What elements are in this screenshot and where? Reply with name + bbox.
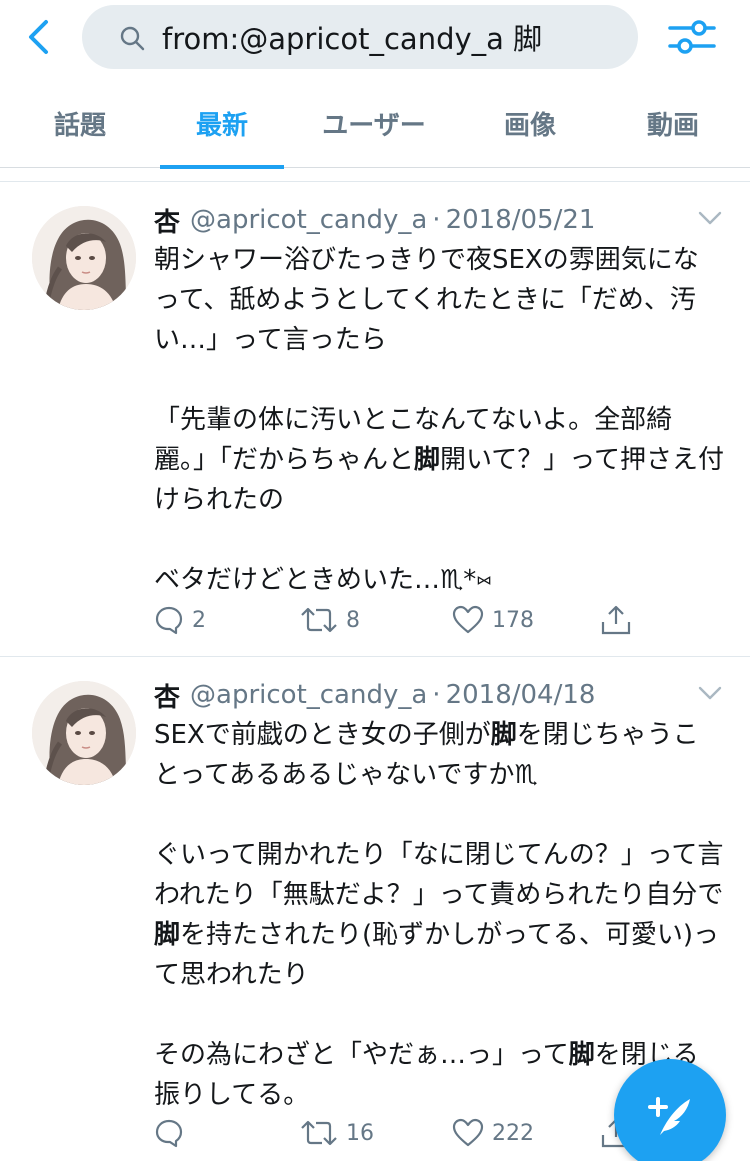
like-count: 222 [492, 1120, 534, 1146]
caret-down-icon[interactable] [696, 208, 724, 228]
avatar[interactable] [32, 206, 136, 310]
tweet-actions: 2 8 178 [154, 602, 654, 638]
share-icon [601, 605, 631, 635]
like-button[interactable]: 178 [452, 605, 534, 635]
tweet-text: 朝シャワー浴びたっきりで夜SEXの雰囲気になって、舐めようとしてくれたときに「だ… [154, 240, 724, 600]
display-name[interactable]: 杏 [154, 677, 180, 714]
tweet-date[interactable]: 2018/05/21 [446, 205, 596, 235]
share-button[interactable] [600, 604, 632, 636]
like-heart-icon [452, 1118, 484, 1147]
tweet[interactable]: 杏 @apricot_candy_a · 2018/05/21 朝シャワー浴びた… [0, 182, 750, 656]
search-highlight: 脚 [490, 720, 517, 750]
tab-images[interactable]: 画像 [464, 78, 596, 168]
tweet-header: 杏 @apricot_candy_a · 2018/04/18 [154, 675, 724, 715]
tab-videos[interactable]: 動画 [596, 78, 750, 168]
reply-icon [155, 1119, 183, 1148]
back-button[interactable] [14, 12, 64, 62]
retweet-icon [301, 607, 337, 633]
tweet-content: 杏 @apricot_candy_a · 2018/04/18 SEXで前戯のと… [154, 675, 724, 1115]
separator-dot: · [432, 205, 441, 235]
tweet-text-segment: 朝シャワー浴びたっきりで夜SEXの雰囲気になって、舐めようとしてくれたときに「だ… [154, 245, 699, 475]
compose-feather-icon [648, 1097, 690, 1135]
retweet-button[interactable]: 8 [300, 605, 360, 635]
tweet-content: 杏 @apricot_candy_a · 2018/05/21 朝シャワー浴びた… [154, 200, 724, 600]
search-filter-button[interactable] [664, 12, 720, 62]
reply-button[interactable]: 2 [154, 605, 206, 635]
top-bar: from:@apricot_candy_a 脚 [0, 0, 750, 78]
like-count: 178 [492, 607, 534, 633]
reply-button[interactable] [154, 1118, 192, 1148]
tab-latest[interactable]: 最新 [160, 78, 284, 169]
filter-sliders-icon [668, 20, 716, 54]
reply-count: 2 [192, 607, 206, 633]
retweet-button[interactable]: 16 [300, 1118, 374, 1148]
tab-users[interactable]: ユーザー [284, 78, 464, 168]
like-heart-icon [452, 605, 484, 634]
tab-label: 話題 [53, 110, 106, 141]
search-input[interactable]: from:@apricot_candy_a 脚 [82, 5, 638, 69]
back-chevron-icon [29, 20, 48, 54]
search-tabs: 話題 最新 ユーザー 画像 動画 [0, 78, 750, 169]
avatar-illustration [32, 681, 136, 785]
tweet-actions: 16 222 [154, 1115, 654, 1151]
search-highlight: 脚 [154, 920, 181, 950]
display-name[interactable]: 杏 [154, 202, 180, 239]
avatar[interactable] [32, 681, 136, 785]
tab-label: 最新 [195, 110, 248, 141]
search-highlight: 脚 [568, 1040, 595, 1070]
tweet-header: 杏 @apricot_candy_a · 2018/05/21 [154, 200, 724, 240]
tweet-text: SEXで前戯のとき女の子側が脚を閉じちゃうことってあるあるじゃないですか♏︎ ぐ… [154, 715, 724, 1115]
retweet-count: 8 [346, 607, 360, 633]
avatar-illustration [32, 206, 136, 310]
separator-dot: · [432, 680, 441, 710]
compose-tweet-button[interactable] [614, 1059, 726, 1161]
like-button[interactable]: 222 [452, 1118, 534, 1148]
tab-top[interactable]: 話題 [0, 78, 160, 168]
tab-label: 画像 [503, 110, 556, 141]
tab-label: ユーザー [322, 110, 426, 141]
caret-down-icon[interactable] [696, 683, 724, 703]
tweet-date[interactable]: 2018/04/18 [446, 680, 596, 710]
retweet-icon [301, 1120, 337, 1146]
search-icon [120, 26, 145, 51]
tab-label: 動画 [646, 110, 699, 141]
retweet-count: 16 [346, 1120, 374, 1146]
username[interactable]: @apricot_candy_a [190, 680, 427, 710]
search-highlight: 脚 [414, 445, 441, 475]
reply-icon [155, 606, 183, 635]
tweet-text-segment: SEXで前戯のとき女の子側が [154, 720, 491, 750]
username[interactable]: @apricot_candy_a [190, 205, 427, 235]
search-query: from:@apricot_candy_a 脚 [162, 22, 543, 56]
